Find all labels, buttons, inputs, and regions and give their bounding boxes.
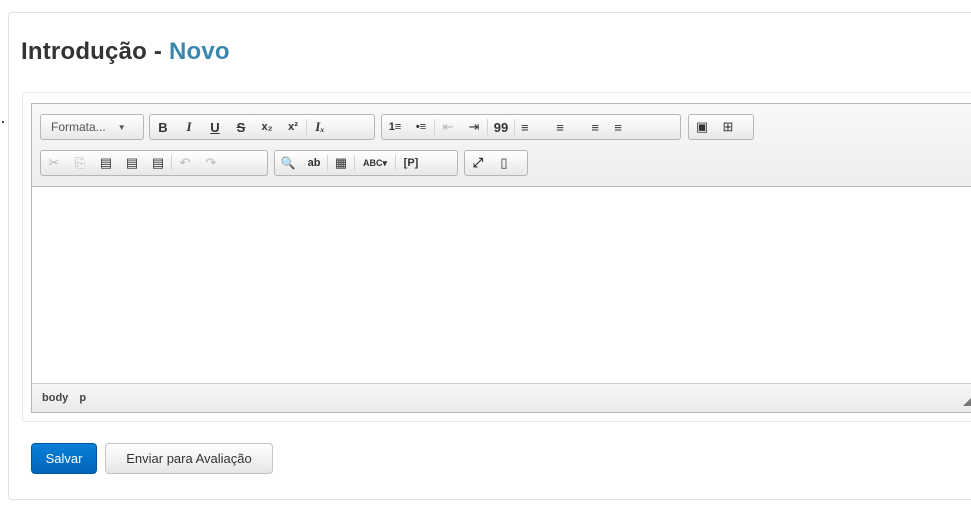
align-center-icon: ≡ xyxy=(556,119,564,135)
page-title: Introdução - Novo xyxy=(21,38,230,66)
spellcheck-icon: ABC▾ xyxy=(362,157,388,168)
align-right-button[interactable]: ≡ xyxy=(573,115,605,139)
table-icon: ⊞ xyxy=(722,119,734,134)
send-for-review-button[interactable]: Enviar para Avaliação xyxy=(105,443,273,474)
increase-indent-button[interactable]: ⇥ xyxy=(461,115,487,139)
paste-button[interactable]: ▤ xyxy=(93,151,119,175)
paste-text-button[interactable]: ▤ xyxy=(119,151,145,175)
bulleted-list-icon: •≡ xyxy=(415,121,427,133)
select-all-button[interactable]: ▦ xyxy=(328,151,354,175)
blockquote-button[interactable]: 99 xyxy=(488,115,514,139)
select-all-icon: ▦ xyxy=(334,155,348,170)
path-item-body[interactable]: body xyxy=(42,392,68,404)
magnifier-icon: 🔍 xyxy=(280,156,296,170)
underline-button[interactable]: U xyxy=(202,115,228,139)
show-blocks-button[interactable]: [P] xyxy=(396,151,426,175)
numbered-list-icon: 1≡ xyxy=(388,121,402,133)
subscript-icon: x₂ xyxy=(261,121,273,133)
source-icon: ▯ xyxy=(500,155,508,170)
outdent-icon: ⇤ xyxy=(442,119,454,134)
copy-button[interactable]: ⎘ xyxy=(67,151,93,175)
paste-word-icon: ▤ xyxy=(151,155,165,170)
paste-word-button[interactable]: ▤ xyxy=(145,151,171,175)
remove-format-button[interactable]: Iₓ xyxy=(307,115,333,139)
cut-button[interactable]: ✂ xyxy=(41,151,67,175)
replace-button[interactable]: ab xyxy=(301,151,327,175)
subscript-button[interactable]: x₂ xyxy=(254,115,280,139)
italic-icon: I xyxy=(186,119,192,134)
scissors-icon: ✂ xyxy=(48,155,60,170)
decrease-indent-button[interactable]: ⇤ xyxy=(435,115,461,139)
maximize-icon: ⤢ xyxy=(472,155,484,170)
page-title-main: Introdução xyxy=(21,38,147,65)
strikethrough-button[interactable]: S xyxy=(228,115,254,139)
editing-group: 🔍 ab ▦ ABC▾ [P] xyxy=(274,150,458,176)
format-dropdown[interactable]: Formata... ▼ xyxy=(41,115,141,139)
save-button[interactable]: Salvar xyxy=(31,443,97,474)
bold-button[interactable]: B xyxy=(150,115,176,139)
quote-icon: 99 xyxy=(493,119,509,135)
element-path: body p xyxy=(42,392,94,404)
underline-icon: U xyxy=(210,119,220,135)
spellcheck-button[interactable]: ABC▾ xyxy=(355,151,395,175)
undo-button[interactable]: ↶ xyxy=(172,151,198,175)
undo-icon: ↶ xyxy=(179,155,191,170)
source-button[interactable]: ▯ xyxy=(491,151,517,175)
clipboard-group: ✂ ⎘ ▤ ▤ ▤ ↶ ↷ xyxy=(40,150,268,176)
format-dropdown-label: Formata... xyxy=(51,120,106,134)
align-left-button[interactable]: ≡ xyxy=(515,115,547,139)
numbered-list-button[interactable]: 1≡ xyxy=(382,115,408,139)
editor-content-area[interactable] xyxy=(32,187,971,383)
remove-format-icon: Iₓ xyxy=(315,119,325,134)
paste-icon: ▤ xyxy=(99,155,113,170)
basic-styles-group: B I U S x₂ x² Iₓ xyxy=(149,114,375,140)
page-title-status: Novo xyxy=(168,38,230,65)
indent-icon: ⇥ xyxy=(468,119,480,134)
align-right-icon: ≡ xyxy=(591,119,599,135)
redo-icon: ↷ xyxy=(205,155,217,170)
maximize-button[interactable]: ⤢ xyxy=(465,151,491,175)
paragraph-group: 1≡ •≡ ⇤ ⇥ 99 ≡ ≡ ≡ ≡ xyxy=(381,114,681,140)
path-item-p[interactable]: p xyxy=(79,392,86,404)
copy-icon: ⎘ xyxy=(74,155,86,170)
italic-button[interactable]: I xyxy=(176,115,202,139)
resize-handle-icon[interactable] xyxy=(963,397,971,406)
image-button[interactable]: ▣ xyxy=(689,115,715,139)
chevron-down-icon: ▼ xyxy=(117,122,126,132)
superscript-button[interactable]: x² xyxy=(280,115,306,139)
bold-icon: B xyxy=(158,119,168,135)
find-button[interactable]: 🔍 xyxy=(275,151,301,175)
format-group: Formata... ▼ xyxy=(40,114,144,140)
superscript-icon: x² xyxy=(288,121,298,133)
insert-group: ▣ ⊞ xyxy=(688,114,754,140)
bulleted-list-button[interactable]: •≡ xyxy=(408,115,434,139)
align-left-icon: ≡ xyxy=(521,119,529,135)
strikethrough-icon: S xyxy=(236,119,246,135)
editor-status-bar: body p xyxy=(32,383,971,412)
image-icon: ▣ xyxy=(695,119,709,134)
align-center-button[interactable]: ≡ xyxy=(547,115,573,139)
decorative-dot xyxy=(2,121,4,123)
paste-text-icon: ▤ xyxy=(125,155,139,170)
page-title-separator: - xyxy=(153,38,163,65)
replace-icon: ab xyxy=(307,157,321,169)
redo-button[interactable]: ↷ xyxy=(198,151,224,175)
editor-toolbar: Formata... ▼ B I U S x₂ x² Iₓ 1≡ •≡ ⇤ ⇥ … xyxy=(32,104,971,187)
justify-icon: ≡ xyxy=(614,119,622,135)
table-button[interactable]: ⊞ xyxy=(715,115,741,139)
tools-group: ⤢ ▯ xyxy=(464,150,528,176)
justify-button[interactable]: ≡ xyxy=(605,115,631,139)
show-blocks-icon: [P] xyxy=(403,157,419,169)
rich-text-editor: Formata... ▼ B I U S x₂ x² Iₓ 1≡ •≡ ⇤ ⇥ … xyxy=(31,103,971,413)
